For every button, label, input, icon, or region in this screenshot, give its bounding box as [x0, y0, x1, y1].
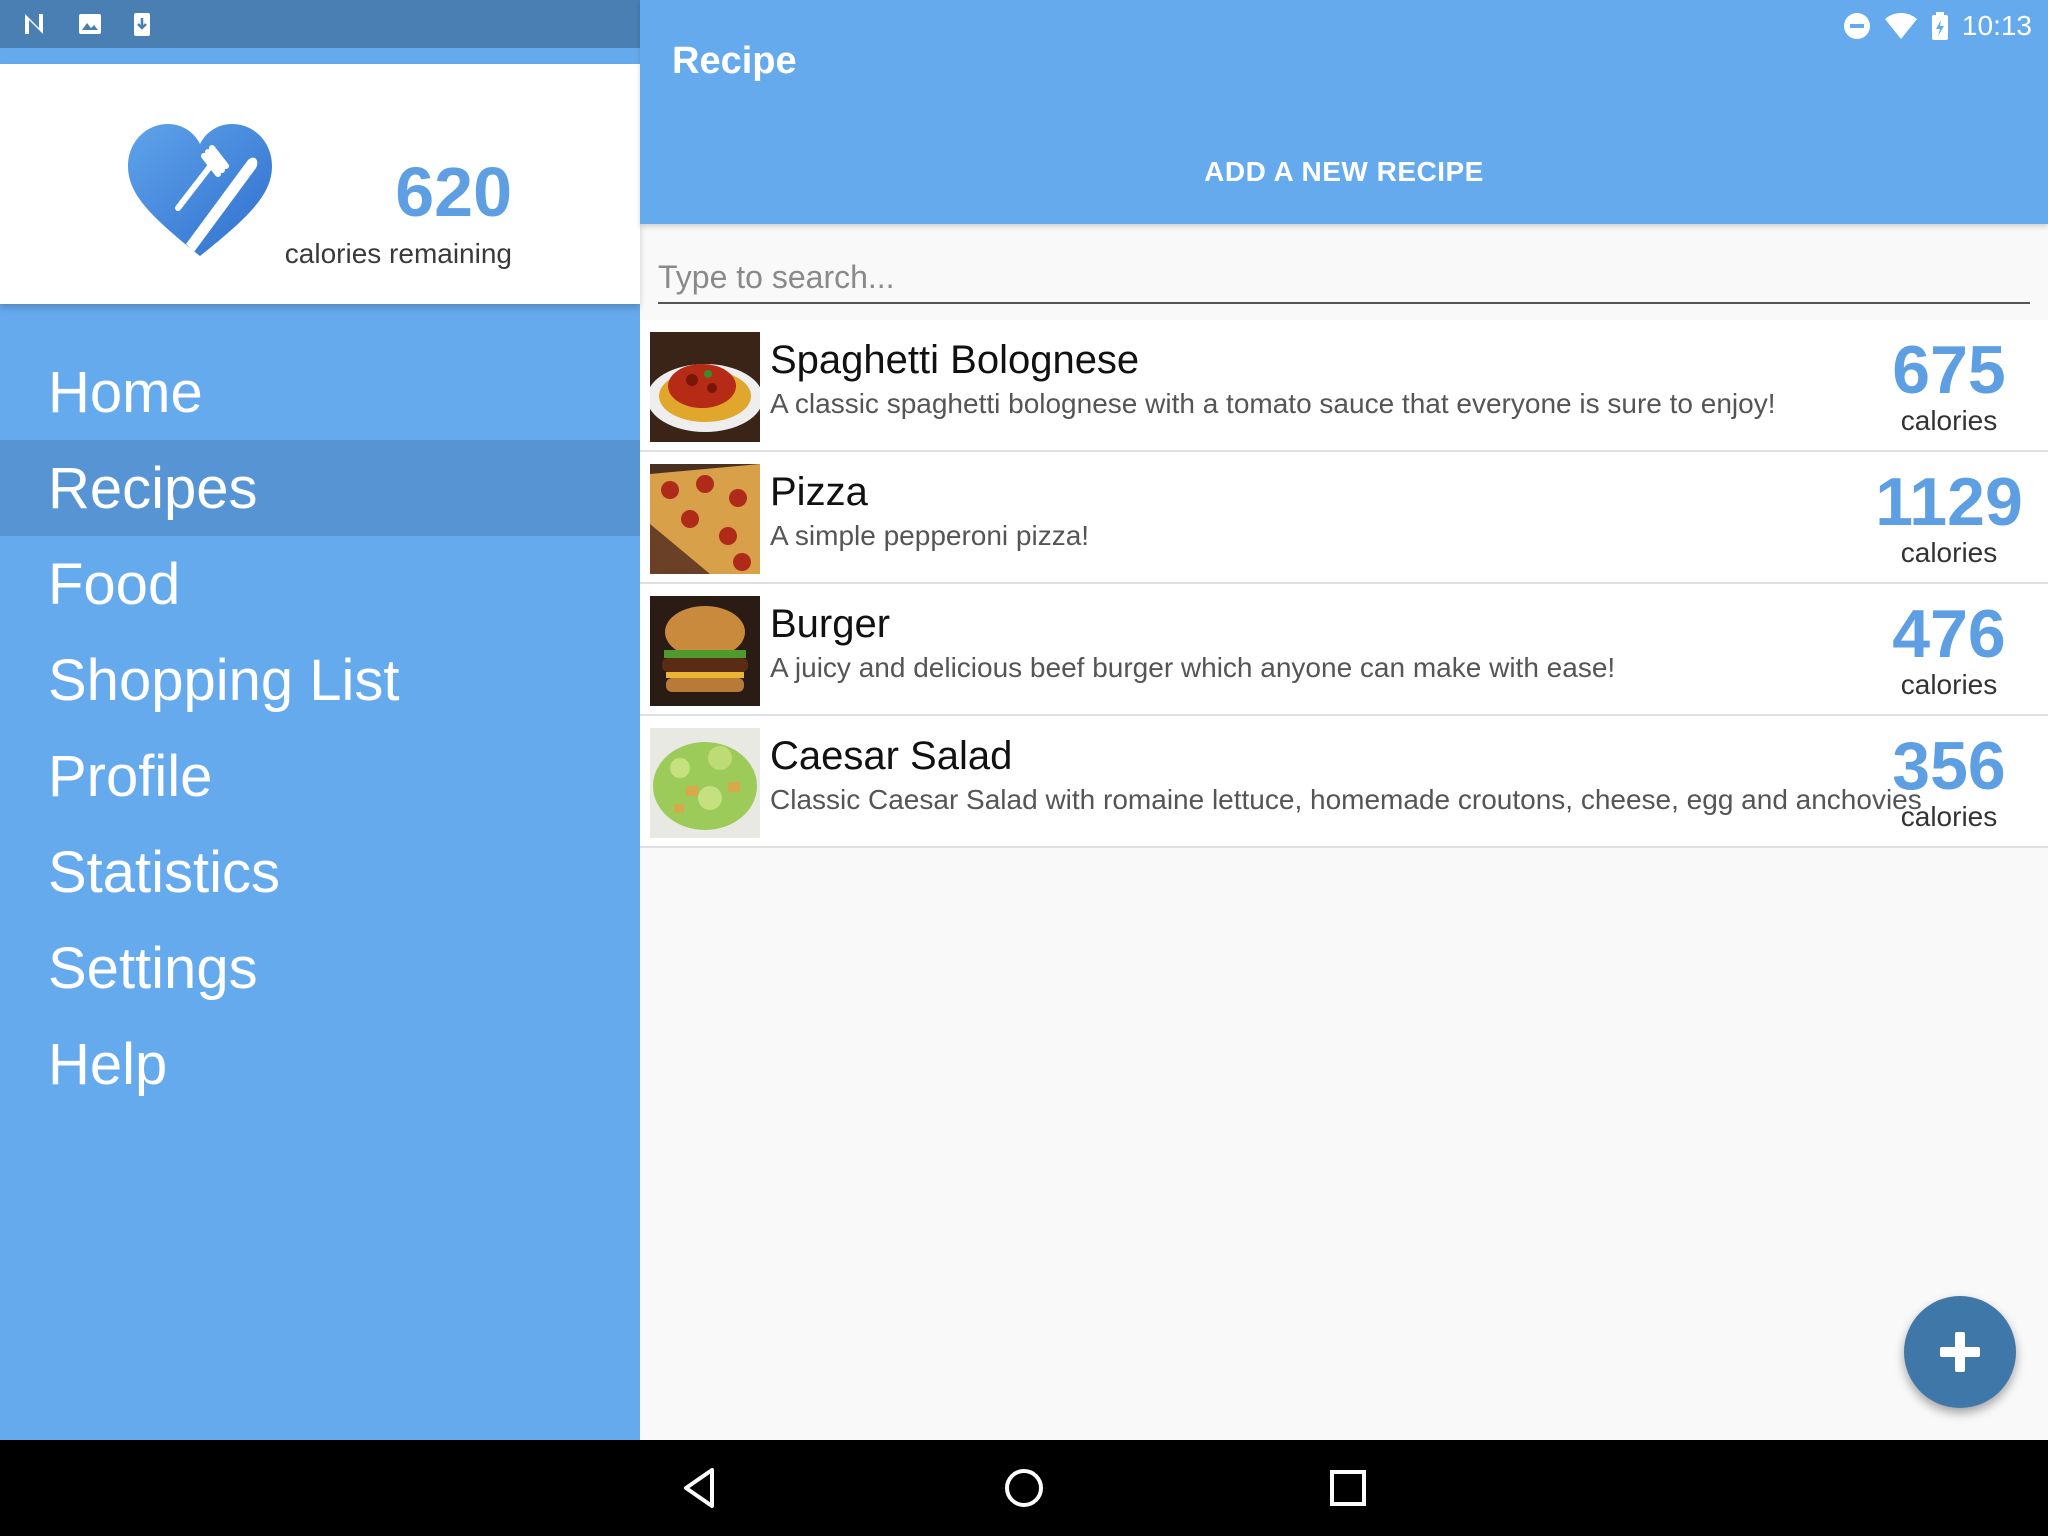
recipe-title: Burger [770, 602, 891, 646]
nav-item-home[interactable]: Home [0, 344, 640, 440]
recipe-calories-value: 675 [1892, 332, 2006, 408]
recipe-row-caesar-salad[interactable]: Caesar Salad Classic Caesar Salad with r… [640, 716, 2048, 848]
pizza-photo-icon [650, 464, 760, 574]
nav-item-settings[interactable]: Settings [0, 920, 640, 1016]
recents-icon[interactable] [1324, 1464, 1372, 1512]
recipe-calories-value: 1129 [1875, 464, 2023, 540]
spaghetti-photo-icon [650, 332, 760, 442]
recipe-search-input[interactable] [658, 252, 2030, 304]
calorie-summary-header: 620 calories remaining [0, 64, 640, 304]
recipe-description: A simple pepperoni pizza! [770, 520, 1090, 551]
battery-icon [1931, 12, 1948, 40]
nav-item-recipes[interactable]: Recipes [0, 440, 640, 536]
recipe-title: Pizza [770, 470, 868, 514]
recipe-calories-value: 356 [1892, 728, 2006, 804]
recipe-calories-unit: calories [1900, 669, 1998, 700]
recipe-title: Spaghetti Bolognese [770, 338, 1140, 382]
navigation-drawer: 620 calories remaining Home Recipes Food… [0, 0, 640, 1440]
back-icon[interactable] [676, 1464, 724, 1512]
download-notification-icon [134, 13, 150, 36]
nav-item-food[interactable]: Food [0, 536, 640, 632]
recipe-calories: 1129 calories [1864, 466, 2034, 568]
calories-remaining-value: 620 [395, 153, 512, 231]
add-recipe-fab-button[interactable] [1904, 1296, 2016, 1408]
recipe-list: Spaghetti Bolognese A classic spaghetti … [640, 320, 2048, 848]
recipe-calories-value: 476 [1892, 596, 2006, 672]
image-notification-icon [79, 14, 101, 34]
status-time: 10:13 [1961, 10, 2032, 41]
recipe-calories-unit: calories [1900, 405, 1998, 436]
calories-remaining-label: calories remaining [284, 238, 512, 269]
recipe-row-spaghetti[interactable]: Spaghetti Bolognese A classic spaghetti … [640, 320, 2048, 452]
drawer-nav-list: Home Recipes Food Shopping List Profile … [0, 344, 640, 1112]
recipe-row-burger[interactable]: Burger A juicy and delicious beef burger… [640, 584, 2048, 716]
recipe-calories: 675 calories [1864, 334, 2034, 436]
recipe-calories-unit: calories [1900, 801, 1998, 832]
nav-item-help[interactable]: Help [0, 1016, 640, 1112]
status-bar-right: 10:13 [1842, 8, 2032, 44]
recipe-calories-unit: calories [1900, 537, 1998, 568]
recipe-title: Caesar Salad [770, 734, 1013, 778]
app-toolbar: 10:13 Recipe ADD A NEW RECIPE [640, 0, 2048, 224]
recipe-description: Classic Caesar Salad with romaine lettuc… [770, 784, 1922, 815]
add-new-recipe-button[interactable]: ADD A NEW RECIPE [640, 156, 2048, 188]
recipe-calories: 356 calories [1864, 730, 2034, 832]
nav-item-shopping-list[interactable]: Shopping List [0, 632, 640, 728]
plus-icon [1940, 1332, 1980, 1372]
recipe-calories: 476 calories [1864, 598, 2034, 700]
nav-item-profile[interactable]: Profile [0, 728, 640, 824]
notification-n-icon [25, 14, 43, 34]
salad-photo-icon [650, 728, 760, 838]
recipe-description: A classic spaghetti bolognese with a tom… [770, 388, 1776, 419]
system-navigation-bar [0, 1440, 2048, 1536]
status-bar-left [0, 0, 640, 48]
burger-photo-icon [650, 596, 760, 706]
recipe-row-pizza[interactable]: Pizza A simple pepperoni pizza! 1129 cal… [640, 452, 2048, 584]
heart-cutlery-logo-icon [128, 124, 272, 256]
wifi-icon [1884, 13, 1917, 39]
nav-item-statistics[interactable]: Statistics [0, 824, 640, 920]
page-title: Recipe [672, 40, 797, 82]
do-not-disturb-icon [1843, 13, 1870, 39]
home-icon[interactable] [1000, 1464, 1048, 1512]
recipe-description: A juicy and delicious beef burger which … [770, 652, 1616, 683]
